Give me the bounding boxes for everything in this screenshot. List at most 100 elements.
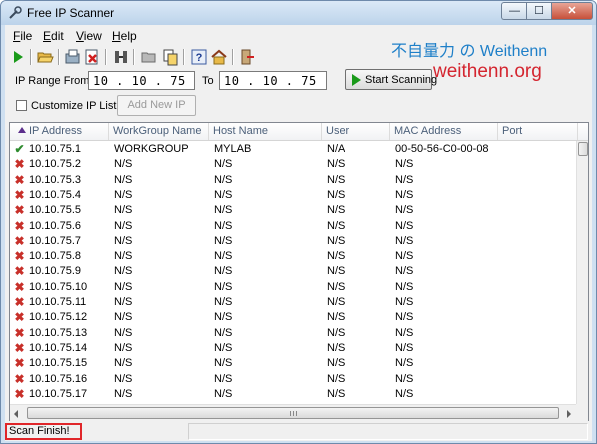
network-icon[interactable] bbox=[112, 48, 130, 66]
minimize-button[interactable]: — bbox=[501, 2, 527, 20]
column-header-user[interactable]: User bbox=[322, 123, 390, 140]
cell-workgroup: N/S bbox=[114, 234, 133, 247]
play-icon[interactable] bbox=[9, 48, 27, 66]
cell-ip-address: 10.10.75.4 bbox=[29, 188, 81, 201]
scroll-right-icon[interactable] bbox=[567, 410, 571, 418]
cell-mac-address: N/S bbox=[395, 357, 414, 370]
cell-workgroup: N/S bbox=[114, 265, 133, 278]
close-button[interactable]: ✕ bbox=[551, 2, 593, 20]
cell-workgroup: N/S bbox=[114, 173, 133, 186]
cell-host-name: N/S bbox=[214, 372, 233, 385]
vertical-scroll-thumb[interactable] bbox=[578, 142, 588, 156]
cell-ip-address: 10.10.75.2 bbox=[29, 158, 81, 171]
table-row[interactable]: ✔ 10.10.75.1 WORKGROUP MYLAB N/A 00-50-56-C0-… bbox=[10, 142, 576, 157]
customize-ip-list-label: Customize IP List bbox=[31, 100, 117, 112]
x-icon: ✖ bbox=[14, 340, 25, 355]
export-icon[interactable] bbox=[64, 48, 82, 66]
cell-ip-address: 10.10.75.16 bbox=[29, 372, 88, 385]
table-row[interactable]: ✖ 10.10.75.10 N/S N/S N/S N/S bbox=[10, 280, 576, 295]
cell-workgroup: N/S bbox=[114, 387, 133, 400]
table-row[interactable]: ✖ 10.10.75.12 N/S N/S N/S N/S bbox=[10, 310, 576, 325]
column-header-workgroup[interactable]: WorkGroup Name bbox=[109, 123, 209, 140]
check-icon: ✔ bbox=[14, 142, 25, 156]
cell-host-name: N/S bbox=[214, 250, 233, 263]
client-area: File Edit View Help ? 不自量力 の Weithenn we… bbox=[5, 25, 592, 441]
start-scanning-label: Start Scanning bbox=[365, 74, 438, 86]
table-row[interactable]: ✖ 10.10.75.11 N/S N/S N/S N/S bbox=[10, 295, 576, 310]
table-row[interactable]: ✖ 10.10.75.3 N/S N/S N/S N/S bbox=[10, 173, 576, 188]
x-icon: ✖ bbox=[14, 325, 25, 340]
table-row[interactable]: ✖ 10.10.75.4 N/S N/S N/S N/S bbox=[10, 188, 576, 203]
cell-user: N/S bbox=[327, 204, 346, 217]
delete-icon[interactable] bbox=[83, 48, 101, 66]
open-folder-icon[interactable] bbox=[36, 48, 54, 66]
cell-workgroup: N/S bbox=[114, 341, 133, 354]
start-scanning-button[interactable]: Start Scanning bbox=[345, 69, 437, 90]
cell-host-name: N/S bbox=[214, 204, 233, 217]
scroll-left-icon[interactable] bbox=[14, 410, 18, 418]
cell-ip-address: 10.10.75.11 bbox=[29, 296, 87, 308]
cell-user: N/S bbox=[327, 188, 346, 201]
cell-ip-address: 10.10.75.17 bbox=[29, 387, 88, 400]
results-list[interactable]: IP Address WorkGroup Name Host Name User… bbox=[9, 122, 589, 422]
status-pane bbox=[188, 423, 588, 440]
table-row[interactable]: ✖ 10.10.75.8 N/S N/S N/S N/S bbox=[10, 249, 576, 264]
help-icon[interactable]: ? bbox=[190, 48, 208, 66]
x-icon: ✖ bbox=[14, 187, 25, 202]
cell-workgroup: N/S bbox=[114, 204, 133, 217]
ip-range-from-input[interactable]: 10 . 10 . 75 . 1 bbox=[88, 71, 195, 90]
folder-icon[interactable] bbox=[140, 48, 158, 66]
table-row[interactable]: ✖ 10.10.75.2 N/S N/S N/S N/S bbox=[10, 157, 576, 172]
add-new-ip-button[interactable]: Add New IP bbox=[117, 95, 196, 116]
copy-icon[interactable] bbox=[161, 48, 179, 66]
menu-file[interactable]: File bbox=[13, 29, 32, 43]
cell-host-name: N/S bbox=[214, 265, 233, 278]
table-row[interactable]: ✖ 10.10.75.15 N/S N/S N/S N/S bbox=[10, 356, 576, 371]
x-icon: ✖ bbox=[14, 157, 25, 172]
table-row[interactable]: ✖ 10.10.75.13 N/S N/S N/S N/S bbox=[10, 326, 576, 341]
table-row[interactable]: ✖ 10.10.75.7 N/S N/S N/S N/S bbox=[10, 234, 576, 249]
horizontal-scrollbar[interactable] bbox=[10, 404, 576, 421]
column-header-ip-address[interactable]: IP Address bbox=[10, 123, 109, 140]
cell-workgroup: N/S bbox=[114, 280, 133, 293]
maximize-button[interactable]: ☐ bbox=[526, 2, 552, 20]
title-bar[interactable]: Free IP Scanner — ☐ ✕ bbox=[1, 1, 596, 25]
cell-mac-address: N/S bbox=[395, 311, 414, 324]
watermark-url: weithenn.org bbox=[433, 61, 542, 82]
cell-host-name: N/S bbox=[214, 311, 233, 324]
table-row[interactable]: ✖ 10.10.75.17 N/S N/S N/S N/S bbox=[10, 387, 576, 402]
table-row[interactable]: ✖ 10.10.75.6 N/S N/S N/S N/S bbox=[10, 219, 576, 234]
table-row[interactable]: ✖ 10.10.75.14 N/S N/S N/S N/S bbox=[10, 341, 576, 356]
vertical-scrollbar[interactable] bbox=[576, 141, 588, 404]
table-row[interactable]: ✖ 10.10.75.5 N/S N/S N/S N/S bbox=[10, 203, 576, 218]
exit-icon[interactable] bbox=[238, 48, 256, 66]
cell-ip-address: 10.10.75.6 bbox=[29, 219, 81, 232]
column-header-port[interactable]: Port bbox=[498, 123, 578, 140]
menu-view[interactable]: View bbox=[76, 29, 102, 43]
ip-range-to-input[interactable]: 10 . 10 . 75 .255 bbox=[219, 71, 327, 90]
cell-host-name: N/S bbox=[214, 188, 233, 201]
table-row[interactable]: ✖ 10.10.75.9 N/S N/S N/S N/S bbox=[10, 264, 576, 279]
column-header-host-name[interactable]: Host Name bbox=[209, 123, 322, 140]
cell-host-name: N/S bbox=[214, 357, 233, 370]
cell-mac-address: N/S bbox=[395, 326, 414, 339]
cell-host-name: MYLAB bbox=[214, 143, 252, 155]
cell-workgroup: N/S bbox=[114, 188, 133, 201]
cell-workgroup: WORKGROUP bbox=[114, 143, 189, 155]
customize-ip-list-checkbox[interactable] bbox=[16, 100, 27, 111]
menu-help[interactable]: Help bbox=[112, 29, 137, 43]
x-icon: ✖ bbox=[14, 172, 25, 187]
menu-edit[interactable]: Edit bbox=[43, 29, 64, 43]
cell-workgroup: N/S bbox=[114, 158, 133, 171]
toolbar-separator bbox=[183, 49, 185, 65]
horizontal-scroll-thumb[interactable] bbox=[27, 407, 559, 419]
x-icon: ✖ bbox=[14, 295, 25, 309]
cell-workgroup: N/S bbox=[114, 296, 133, 308]
cell-mac-address: N/S bbox=[395, 234, 414, 247]
home-icon[interactable] bbox=[210, 48, 228, 66]
cell-ip-address: 10.10.75.9 bbox=[29, 265, 81, 278]
cell-workgroup: N/S bbox=[114, 357, 133, 370]
cell-workgroup: N/S bbox=[114, 326, 133, 339]
table-row[interactable]: ✖ 10.10.75.16 N/S N/S N/S N/S bbox=[10, 372, 576, 387]
column-header-mac-address[interactable]: MAC Address bbox=[390, 123, 498, 140]
